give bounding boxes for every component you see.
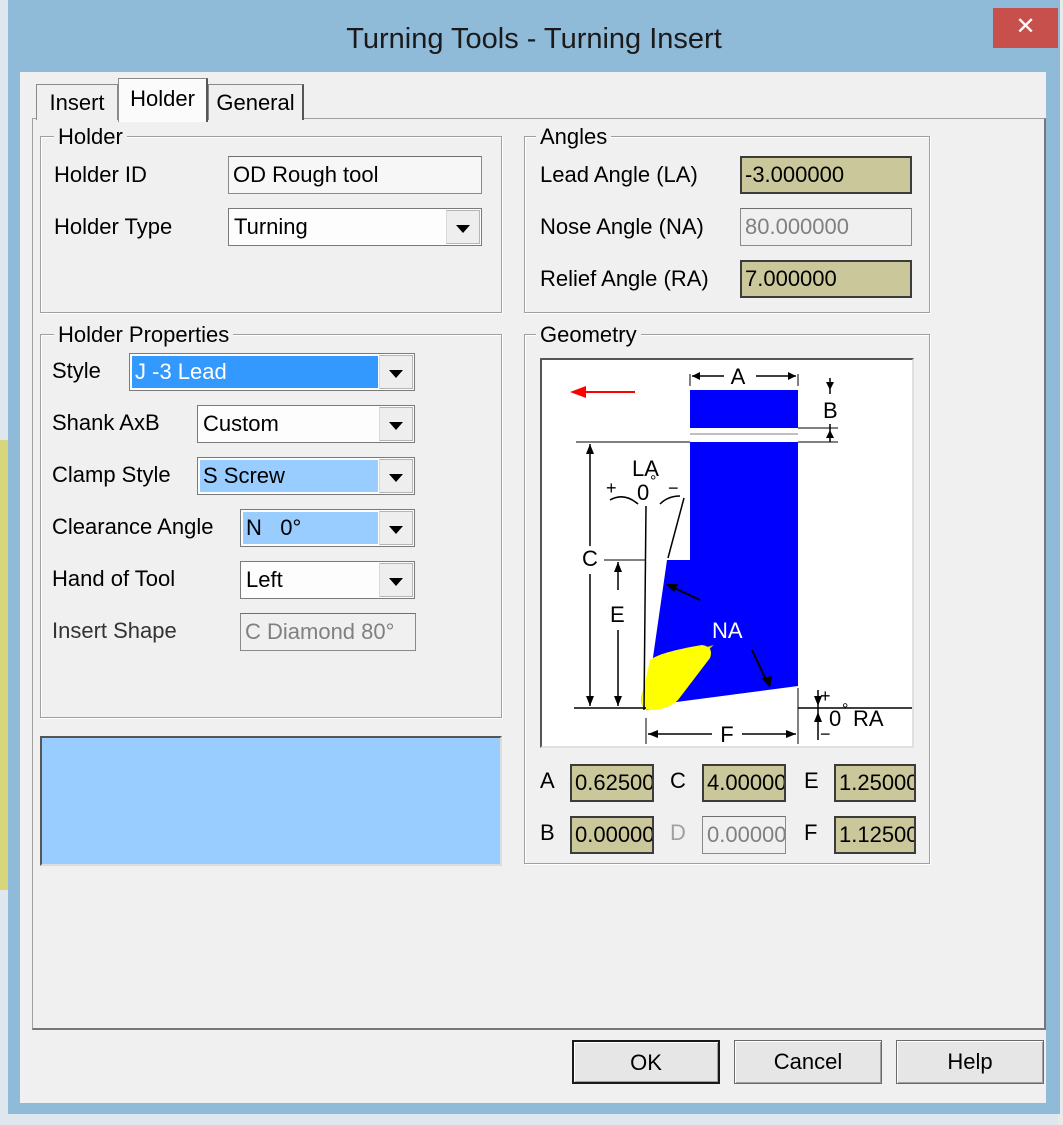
- clamp-style-value: S Screw: [200, 460, 378, 492]
- la-zero: 0: [637, 480, 649, 505]
- f-arrow-left: [648, 730, 658, 738]
- close-button[interactable]: ✕: [993, 8, 1058, 48]
- b-arrow-top: [826, 382, 834, 390]
- holder-type-label: Holder Type: [54, 214, 173, 239]
- ra-arrow-bottom: [814, 712, 822, 722]
- a-arrow-right: [788, 372, 796, 380]
- shank-block: [690, 442, 798, 560]
- geo-f-label: F: [804, 820, 818, 845]
- chevron-down-icon[interactable]: [379, 563, 413, 597]
- preview-panel: [40, 736, 502, 866]
- geo-a-label: A: [540, 768, 555, 793]
- tab-insert[interactable]: Insert: [36, 84, 118, 120]
- help-button[interactable]: Help: [896, 1040, 1044, 1084]
- holder-id-input[interactable]: OD Rough tool: [228, 156, 482, 194]
- desktop-background: [0, 440, 8, 890]
- geometry-diagram: A B C E LA 0 ° + − NA F + − 0 ° RA: [540, 358, 914, 748]
- a-arrow-left: [692, 372, 700, 380]
- dim-label-na: NA: [712, 618, 743, 643]
- ra-zero: 0: [829, 706, 841, 731]
- holder-id-label: Holder ID: [54, 162, 147, 187]
- dim-label-c: C: [582, 546, 598, 571]
- ra-plus: +: [820, 686, 831, 706]
- lead-angle-input[interactable]: -3.000000: [740, 156, 912, 194]
- feed-arrow-head: [570, 386, 586, 398]
- chevron-down-icon[interactable]: [379, 459, 413, 493]
- la-lead-line: [667, 497, 685, 559]
- geo-e-label: E: [804, 768, 819, 793]
- geometry-group-title: Geometry: [536, 323, 641, 347]
- e-arrow-bottom: [614, 696, 622, 706]
- insert-shape-input: C Diamond 80°: [240, 613, 416, 651]
- la-degree: °: [650, 473, 656, 490]
- tab-holder[interactable]: Holder: [118, 78, 208, 122]
- chevron-down-icon[interactable]: [379, 511, 413, 545]
- geo-a-input[interactable]: 0.62500: [570, 764, 654, 802]
- nose-angle-label: Nose Angle (NA): [540, 214, 704, 239]
- style-label: Style: [52, 358, 101, 383]
- dim-label-f: F: [720, 722, 733, 746]
- geo-c-input[interactable]: 4.00000: [702, 764, 786, 802]
- holder-group-title: Holder: [54, 125, 127, 149]
- window-title: Turning Tools - Turning Insert: [346, 23, 722, 55]
- dim-label-a: A: [731, 364, 746, 389]
- ra-degree: °: [842, 701, 848, 718]
- clearance-angle-value: N 0°: [243, 512, 378, 544]
- geo-f-input[interactable]: 1.12500: [834, 816, 916, 854]
- close-icon: ✕: [1015, 13, 1036, 40]
- holder-geometry-svg: A B C E LA 0 ° + − NA F + − 0 ° RA: [570, 364, 912, 747]
- clearance-angle-label: Clearance Angle: [52, 514, 214, 539]
- e-arrow-top: [614, 562, 622, 572]
- clamp-style-label: Clamp Style: [52, 462, 171, 487]
- la-minus: −: [668, 478, 679, 498]
- la-plus: +: [606, 478, 617, 498]
- holder-type-select[interactable]: Turning: [228, 208, 482, 246]
- b-arrow-bottom: [826, 430, 834, 438]
- geo-b-input[interactable]: 0.00000: [570, 816, 654, 854]
- f-arrow-right: [786, 730, 796, 738]
- holder-properties-title: Holder Properties: [54, 323, 234, 347]
- nose-angle-input: 80.000000: [740, 208, 912, 246]
- chevron-down-icon[interactable]: [446, 210, 480, 244]
- dim-label-b: B: [823, 398, 838, 423]
- style-value: J -3 Lead: [132, 356, 378, 388]
- geo-b-label: B: [540, 820, 555, 845]
- hand-of-tool-select[interactable]: Left: [240, 561, 415, 599]
- clearance-angle-select[interactable]: N 0°: [240, 509, 415, 547]
- style-select[interactable]: J -3 Lead: [129, 353, 415, 391]
- geo-d-label: D: [670, 820, 686, 845]
- lead-angle-label: Lead Angle (LA): [540, 162, 698, 187]
- hand-of-tool-label: Hand of Tool: [52, 566, 176, 591]
- holder-type-value: Turning: [234, 214, 308, 239]
- geo-c-label: C: [670, 768, 686, 793]
- hand-of-tool-value: Left: [246, 567, 283, 592]
- chevron-down-icon[interactable]: [379, 407, 413, 441]
- shank-select[interactable]: Custom: [197, 405, 415, 443]
- c-arrow-bottom: [586, 696, 594, 706]
- tab-general[interactable]: General: [208, 84, 304, 120]
- geo-d-input: 0.00000: [702, 816, 786, 854]
- dim-label-ra: RA: [853, 706, 884, 731]
- geo-e-input[interactable]: 1.25000: [834, 764, 916, 802]
- shank-label: Shank AxB: [52, 410, 160, 435]
- dim-label-e: E: [610, 602, 625, 627]
- chevron-down-icon[interactable]: [379, 355, 413, 389]
- insert-shape-label: Insert Shape: [52, 618, 177, 643]
- shank-value: Custom: [203, 411, 279, 436]
- cancel-button[interactable]: Cancel: [734, 1040, 882, 1084]
- ok-button[interactable]: OK: [572, 1040, 720, 1084]
- la-arc-left: [609, 496, 639, 505]
- relief-angle-input[interactable]: 7.000000: [740, 260, 912, 298]
- c-arrow-top: [586, 444, 594, 454]
- clamp-style-select[interactable]: S Screw: [197, 457, 415, 495]
- shank-block-b: [690, 390, 798, 428]
- relief-angle-label: Relief Angle (RA): [540, 266, 709, 291]
- angles-group-title: Angles: [536, 125, 612, 149]
